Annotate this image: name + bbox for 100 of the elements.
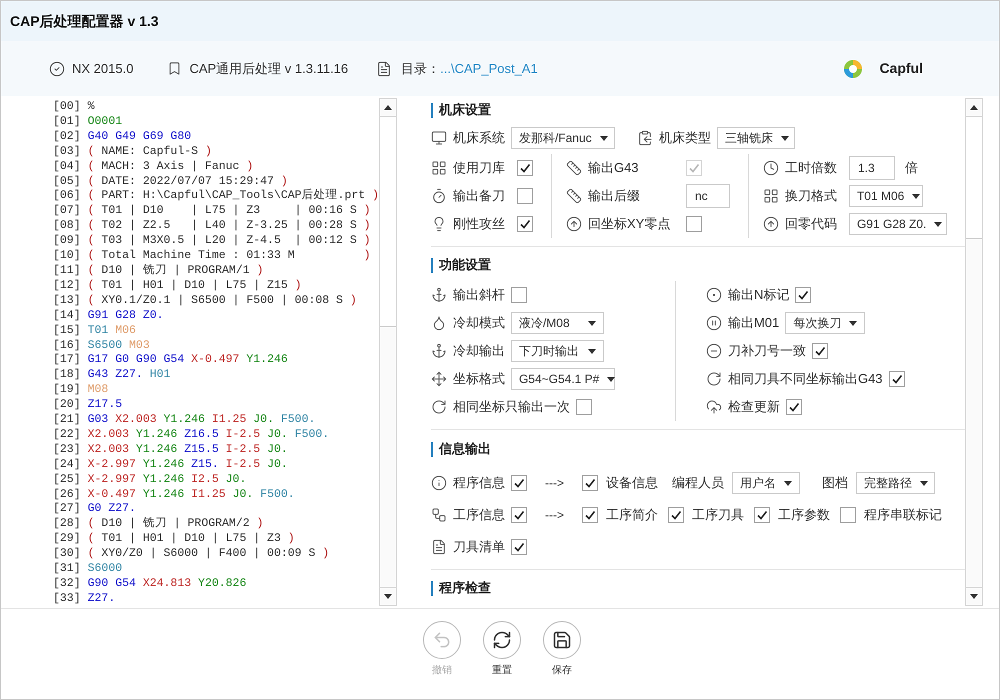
checkbox[interactable] xyxy=(812,343,828,359)
line-number: [09] xyxy=(53,234,81,250)
line-number: [27] xyxy=(53,502,81,518)
code-line: X-2.997 Y1.246 Z15. I-2.5 J0. xyxy=(88,458,288,473)
code-line: ( DATE: 2022/07/07 15:29:47 ) xyxy=(88,174,288,190)
scroll-down-arrow[interactable] xyxy=(384,594,392,599)
workflow-icon xyxy=(430,507,447,523)
dropdown[interactable]: 下刀时输出 xyxy=(510,340,604,362)
dropdown[interactable]: T01 M06 xyxy=(848,185,923,207)
checkbox[interactable] xyxy=(668,507,684,523)
checkmark-icon xyxy=(814,345,826,357)
dropdown[interactable]: 用户名 xyxy=(732,472,800,494)
field-label: 检查更新 xyxy=(728,398,780,416)
dropdown[interactable]: 完整路径 xyxy=(856,472,935,494)
checkbox[interactable] xyxy=(516,160,533,176)
code-line: G03 X2.003 Y1.246 I1.25 J0. F500. xyxy=(88,413,316,428)
line-number: [23] xyxy=(53,442,81,458)
field-label: 使用刀库 xyxy=(452,159,506,178)
code-line: ( T03 | M3X0.5 | L20 | Z-4.5 | 00:12 S ) xyxy=(88,234,371,250)
checkbox[interactable] xyxy=(510,539,527,555)
checkmark-icon xyxy=(670,509,682,521)
line-number: [00] xyxy=(53,100,81,115)
directory-label: 目录： xyxy=(401,60,440,78)
document-icon xyxy=(430,539,447,555)
line-number: [17] xyxy=(53,353,81,368)
checkbox[interactable] xyxy=(840,507,856,523)
line-number: [26] xyxy=(53,488,81,502)
code-line: T01 M06 xyxy=(88,324,136,338)
clipboard-icon xyxy=(636,130,653,146)
clock-icon xyxy=(762,160,779,176)
code-line: S6000 xyxy=(88,562,122,577)
caret-icon xyxy=(780,136,789,140)
field-label: 机床类型 xyxy=(658,129,711,148)
code-line: X-2.997 Y1.246 I2.5 J0. xyxy=(88,472,246,488)
section-title: 机床设置 xyxy=(438,101,491,120)
checkbox[interactable] xyxy=(516,188,533,204)
field-label: 相同刀具不同坐标输出G43 xyxy=(728,370,883,388)
checkbox[interactable] xyxy=(795,287,812,303)
checkbox[interactable] xyxy=(510,475,527,491)
action-button[interactable]: 重置 xyxy=(483,621,521,699)
line-number: [33] xyxy=(53,592,81,607)
scrollbar-thumb[interactable] xyxy=(966,117,982,239)
action-button[interactable]: 保存 xyxy=(543,621,581,699)
field-label: 坐标格式 xyxy=(452,370,505,388)
checkbox[interactable] xyxy=(510,507,527,523)
line-number: [32] xyxy=(53,577,81,592)
scroll-up-arrow[interactable] xyxy=(970,105,978,110)
caret-icon xyxy=(784,480,792,486)
field-label: 工序参数 xyxy=(778,506,830,524)
cloud-upload-icon xyxy=(706,399,722,415)
dropdown[interactable]: G54~G54.1 P# xyxy=(510,368,615,390)
scrollbar-thumb[interactable] xyxy=(380,117,396,327)
check-circle-icon xyxy=(49,60,65,76)
line-number: [30] xyxy=(53,547,81,562)
code-line: X-0.497 Y1.246 I1.25 J0. F500. xyxy=(88,488,295,502)
checkbox[interactable] xyxy=(516,216,533,232)
caret-icon xyxy=(920,480,928,486)
checkbox[interactable] xyxy=(754,507,770,523)
dropdown[interactable]: G91 G28 Z0. xyxy=(848,213,947,235)
checkbox[interactable] xyxy=(576,399,592,415)
checkmark-icon xyxy=(688,162,700,174)
code-line: ( T01 | H01 | D10 | L75 | Z3 ) xyxy=(88,532,295,548)
caret-icon xyxy=(849,320,858,326)
scroll-up-arrow[interactable] xyxy=(384,105,392,110)
arrow-up-circle-icon xyxy=(762,216,779,232)
checkmark-icon xyxy=(797,289,810,301)
checkbox[interactable] xyxy=(888,371,905,387)
input-field[interactable]: 1.3 xyxy=(848,156,895,180)
monitor-icon xyxy=(430,130,447,146)
line-number: [18] xyxy=(53,368,81,384)
checkbox[interactable] xyxy=(786,399,802,415)
checkbox[interactable] xyxy=(686,216,702,232)
dropdown[interactable]: 三轴铣床 xyxy=(716,127,795,149)
dropdown[interactable]: 液冷/M08 xyxy=(510,312,604,334)
dropdown[interactable]: 每次换刀 xyxy=(785,312,866,334)
line-number: [03] xyxy=(53,144,81,160)
checkbox[interactable] xyxy=(582,507,598,523)
field-label: 工序信息 xyxy=(452,506,505,524)
field-label: 编程人员 xyxy=(672,474,724,492)
field-label: 工序简介 xyxy=(606,506,658,524)
checkmark-icon xyxy=(584,509,596,521)
arrow-text: ---> xyxy=(544,507,564,524)
line-number: [15] xyxy=(53,324,81,338)
code-line: G40 G49 G69 G80 xyxy=(88,130,192,145)
move-icon xyxy=(430,371,447,387)
scroll-down-arrow[interactable] xyxy=(970,594,978,599)
field-label: 输出备刀 xyxy=(452,187,506,206)
line-number: [07] xyxy=(53,204,81,220)
undo-icon xyxy=(432,630,452,650)
caret-icon xyxy=(934,222,942,226)
code-line: ( PART: H:\Capful\CAP_Tools\CAP后处理.prt ) xyxy=(88,189,379,204)
input-field[interactable]: nc xyxy=(686,184,730,208)
line-number: [31] xyxy=(53,562,81,577)
line-number: [19] xyxy=(53,383,81,398)
ruler-icon xyxy=(566,160,582,176)
code-line: G43 Z27. H01 xyxy=(88,368,170,384)
checkbox[interactable] xyxy=(510,287,527,303)
checkbox[interactable] xyxy=(582,475,598,491)
dropdown[interactable]: 发那科/Fanuc xyxy=(510,127,615,149)
unit-label: 倍 xyxy=(904,159,918,178)
